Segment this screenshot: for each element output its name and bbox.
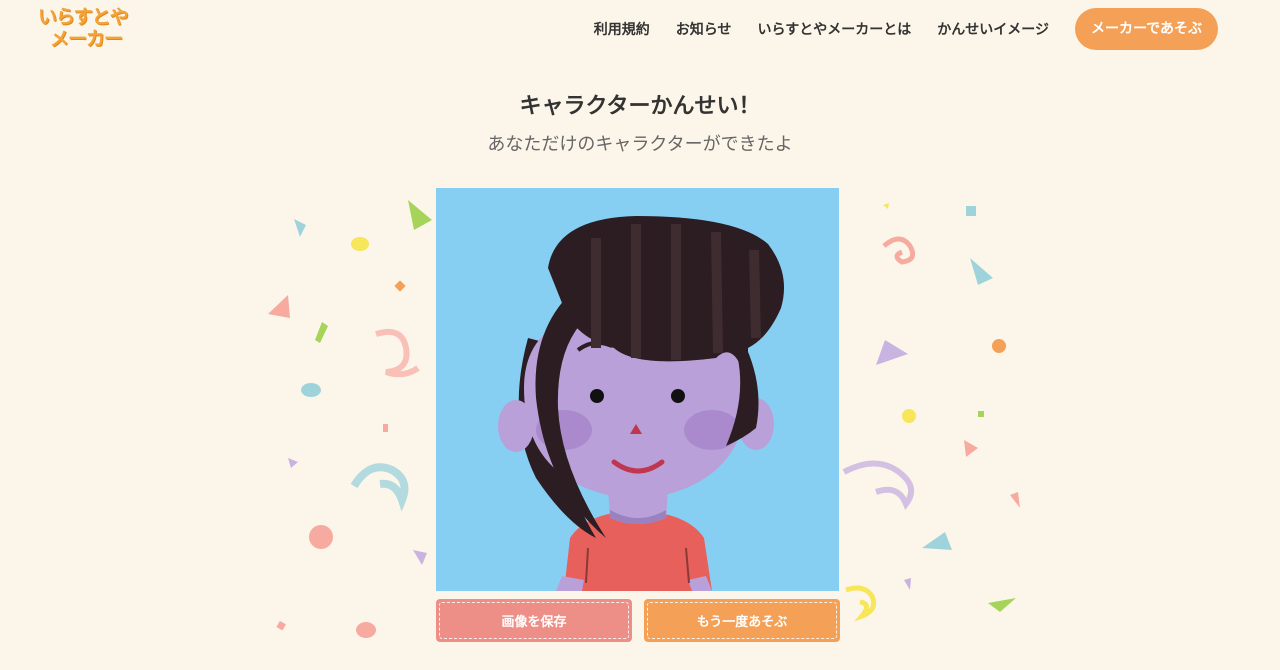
save-image-label: 画像を保存 [501, 615, 567, 630]
character-image [436, 188, 839, 591]
play-again-label: もう一度あそぶ [696, 615, 788, 630]
logo-text-line2: メーカー [50, 28, 123, 50]
play-again-button[interactable]: もう一度あそぶ [644, 599, 840, 642]
page-title: キャラクターかんせい！ [519, 94, 761, 119]
character-illustration [498, 216, 785, 591]
logo-text-line1: いらすとや [38, 6, 129, 28]
nav-about-link[interactable]: いらすとやメーカーとは [758, 19, 912, 39]
play-maker-button[interactable]: メーカーであそぶ [1074, 8, 1218, 50]
save-image-button[interactable]: 画像を保存 [436, 599, 632, 642]
nav-gallery-link[interactable]: かんせいイメージ [937, 19, 1049, 39]
page-subtitle: あなただけのキャラクターができたよ [487, 134, 793, 155]
nav-news-link[interactable]: お知らせ [676, 19, 732, 39]
main-navigation: 利用規約 お知らせ いらすとやメーカーとは かんせいイメージ メーカーであそぶ [568, 8, 1218, 50]
nav-terms-link[interactable]: 利用規約 [594, 19, 650, 39]
site-logo[interactable]: いらすとや メーカー [38, 6, 148, 56]
